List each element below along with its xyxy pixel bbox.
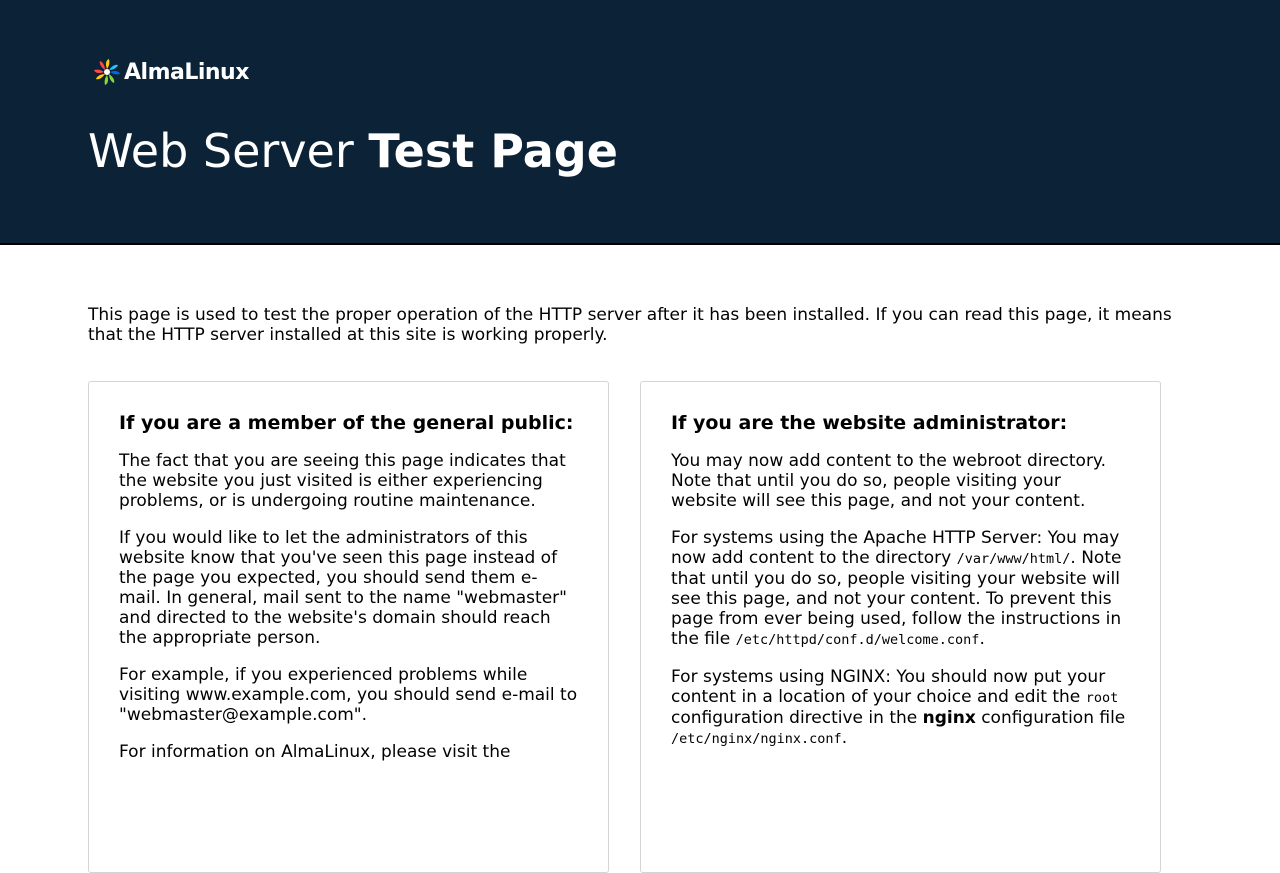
admin-p3-text-c: configuration file bbox=[975, 708, 1126, 728]
public-info-card: If you are a member of the general publi… bbox=[88, 381, 609, 873]
page-header: AlmaLinux Web Server Test Page bbox=[0, 0, 1280, 245]
logo-text: AlmaLinux bbox=[124, 59, 249, 85]
admin-card-paragraph-3: For systems using NGINX: You should now … bbox=[671, 667, 1130, 749]
admin-card-paragraph-1: You may now add content to the webroot d… bbox=[671, 451, 1106, 511]
webroot-path: /var/www/html/ bbox=[956, 551, 1071, 567]
admin-info-card: If you are the website administrator: Yo… bbox=[640, 381, 1161, 873]
nginx-conf-path: /etc/nginx/nginx.conf bbox=[671, 731, 842, 747]
page-title: Web Server Test Page bbox=[88, 122, 618, 180]
public-card-paragraph-1: The fact that you are seeing this page i… bbox=[119, 451, 566, 511]
almalinux-logo-icon bbox=[94, 59, 120, 85]
admin-card-paragraph-2: For systems using the Apache HTTP Server… bbox=[671, 528, 1130, 650]
admin-p3-text-a: For systems using NGINX: You should now … bbox=[671, 667, 1106, 707]
admin-p3-text-b: configuration directive in the bbox=[671, 708, 923, 728]
public-card-paragraph-4: For information on AlmaLinux, please vis… bbox=[119, 742, 511, 762]
admin-card-heading: If you are the website administrator: bbox=[671, 412, 1068, 434]
nginx-label: nginx bbox=[922, 708, 976, 728]
admin-p2-text-c: . bbox=[979, 629, 985, 649]
welcome-conf-path: /etc/httpd/conf.d/welcome.conf bbox=[735, 632, 980, 648]
almalinux-logo: AlmaLinux bbox=[91, 56, 249, 88]
admin-p3-text-d: . bbox=[841, 728, 848, 748]
public-card-paragraph-3: For example, if you experienced problems… bbox=[119, 665, 578, 725]
root-directive: root bbox=[1085, 690, 1119, 706]
intro-text: This page is used to test the proper ope… bbox=[88, 305, 1172, 345]
public-card-paragraph-2: If you would like to let the administrat… bbox=[119, 528, 567, 648]
title-light: Web Server bbox=[88, 124, 369, 178]
title-bold: Test Page bbox=[368, 124, 618, 178]
public-card-heading: If you are a member of the general publi… bbox=[119, 412, 574, 434]
